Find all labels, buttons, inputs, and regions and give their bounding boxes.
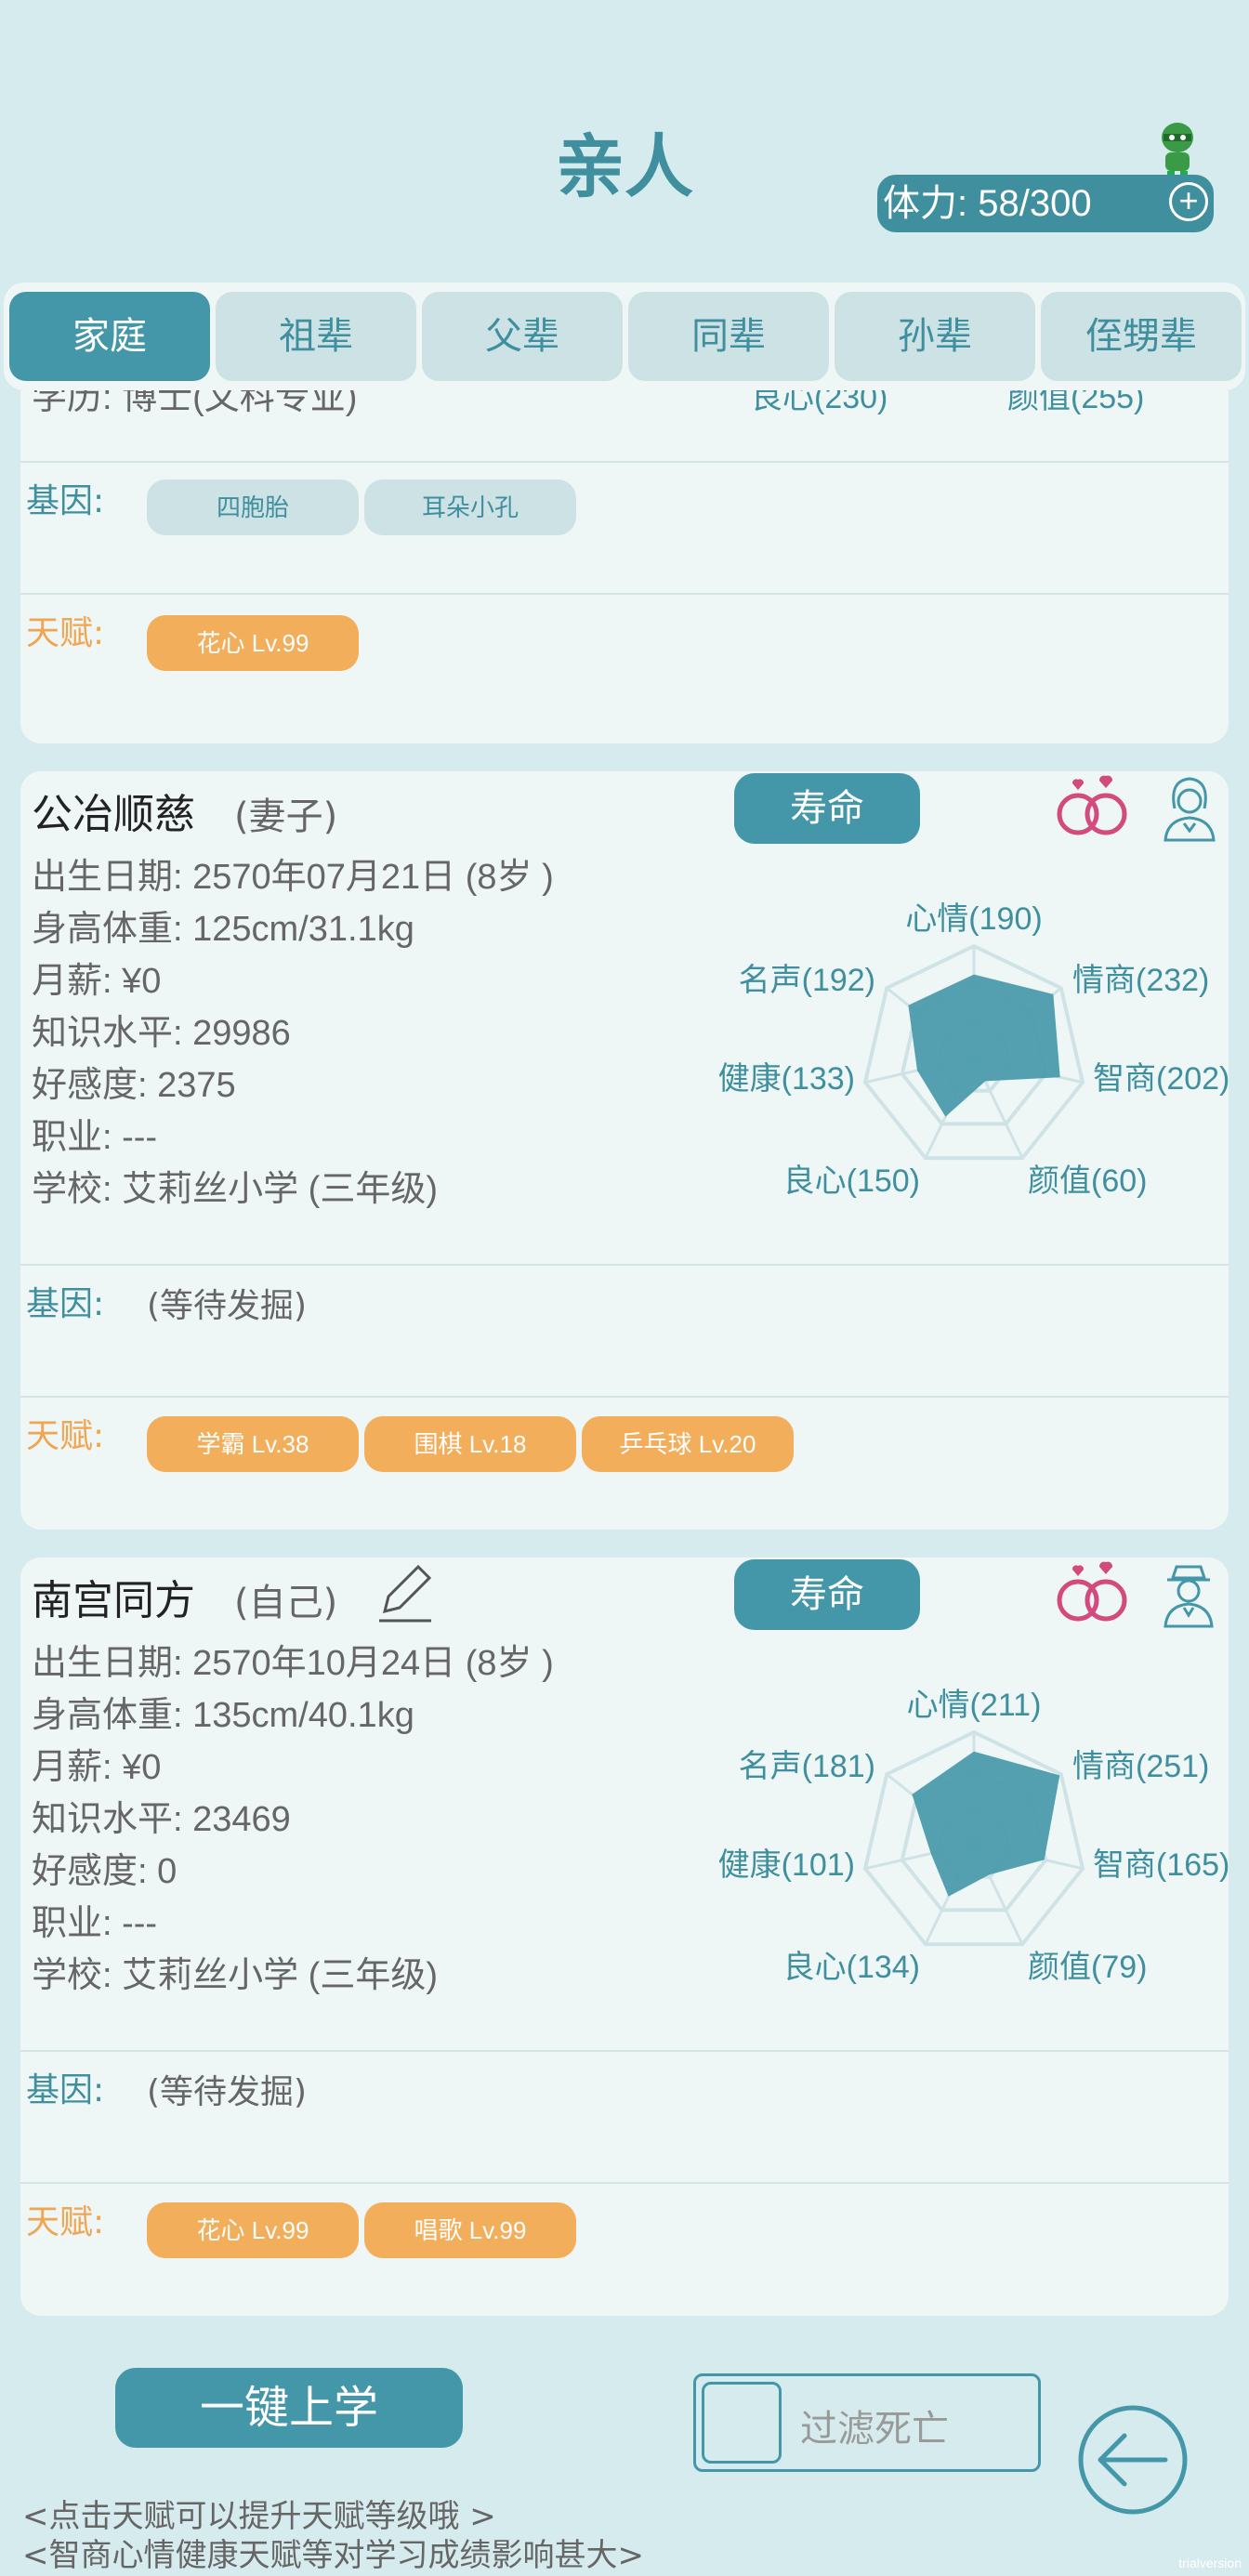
member-info-line: 学校: 艾莉丝小学 (三年级) [32, 1170, 438, 1209]
stat-label: 情商(232) [1072, 963, 1209, 998]
member-info-line: 出生日期: 2570年07月21日 (8岁 ) [32, 858, 554, 897]
stat-label: 心情(190) [905, 901, 1042, 937]
member-info-line: 知识水平: 29986 [32, 1014, 291, 1053]
member-name: 南宫同方 [32, 1577, 195, 1624]
tab-nephews[interactable]: 侄甥辈 [1041, 292, 1242, 381]
member-info-line: 月薪: ¥0 [32, 962, 162, 1001]
gene-label: 基因: [26, 2071, 105, 2109]
gene-chip[interactable]: 四胞胎 [147, 480, 359, 535]
stat-label: 良心(230) [751, 390, 888, 415]
filter-checkbox[interactable] [702, 2382, 782, 2464]
gene-label: 基因: [26, 482, 105, 520]
stat-label: 智商(202) [1093, 1061, 1229, 1097]
stat-label: 心情(211) [907, 1688, 1042, 1723]
member-info-line: 身高体重: 125cm/31.1kg [32, 910, 414, 949]
male-person-icon [1164, 1565, 1214, 1628]
divider [20, 1396, 1229, 1398]
lifespan-button[interactable]: 寿命 [734, 1559, 920, 1630]
member-info-line: 好感度: 0 [32, 1852, 177, 1891]
talent-chip[interactable]: 围棋 Lv.18 [364, 1416, 576, 1472]
divider [20, 1264, 1229, 1266]
back-arrow-icon[interactable] [1076, 2403, 1190, 2517]
stat-label: 颜值(79) [1028, 1950, 1147, 1985]
genes-pending: (等待发掘) [147, 2073, 308, 2111]
tab-siblings[interactable]: 同辈 [628, 292, 829, 381]
stats-radar-chart: 心情(190) 情商(232) 智商(202) 颜值(60) 良心(150) 健… [718, 901, 1229, 1199]
member-info-line: 职业: --- [32, 1118, 158, 1157]
member-info-line: 学校: 艾莉丝小学 (三年级) [32, 1956, 438, 1995]
stamina-bar: 体力: 58/300 + [877, 175, 1214, 232]
talent-chip[interactable]: 唱歌 Lv.99 [364, 2202, 576, 2258]
member-info-line: 身高体重: 135cm/40.1kg [32, 1696, 414, 1735]
stat-label: 健康(133) [718, 1061, 855, 1097]
member-info-line: 知识水平: 23469 [32, 1800, 291, 1839]
divider [20, 2182, 1229, 2184]
stat-label: 智商(165) [1093, 1847, 1229, 1883]
bottom-bar: 一键上学 过滤死亡 <点击天赋可以提升天赋等级哦 > <智商心情健康天赋等对学习… [0, 2333, 1249, 2576]
stat-label: 情商(251) [1072, 1749, 1209, 1784]
talent-chip[interactable]: 学霸 Lv.38 [147, 1416, 359, 1472]
tab-grandchildren[interactable]: 孙辈 [835, 292, 1035, 381]
character-avatar-icon[interactable] [1154, 121, 1201, 178]
talent-label: 天赋: [26, 2203, 105, 2241]
divider [20, 2050, 1229, 2052]
talent-chip[interactable]: 花心 Lv.99 [147, 2202, 359, 2258]
marriage-rings-icon [1057, 775, 1127, 835]
gene-label: 基因: [26, 1285, 105, 1323]
member-info-line: 好感度: 2375 [32, 1066, 236, 1105]
member-list[interactable]: 学历: 博士(文科专业) 良心(230) 颜值(255) 基因: 四胞胎 耳朵小… [0, 390, 1249, 2333]
member-info-line: 出生日期: 2570年10月24日 (8岁 ) [32, 1644, 554, 1683]
member-info-line: 月薪: ¥0 [32, 1748, 162, 1787]
edit-pencil-icon[interactable] [375, 1557, 433, 1623]
member-relation: (妻子) [234, 795, 338, 838]
add-stamina-button[interactable]: + [1169, 182, 1208, 221]
talent-chip[interactable]: 乒乓球 Lv.20 [582, 1416, 794, 1472]
stat-label: 良心(150) [783, 1163, 920, 1199]
tab-parents[interactable]: 父辈 [422, 292, 623, 381]
hint-text: <智商心情健康天赋等对学习成绩影响甚大> [22, 2537, 644, 2574]
talent-label: 天赋: [26, 1417, 105, 1455]
member-card: 南宫同方 (自己) 寿命 出生日期: 2570年10月24日 (8岁 ) 身高体… [20, 1557, 1229, 2316]
member-card-partial: 学历: 博士(文科专业) 良心(230) 颜值(255) 基因: 四胞胎 耳朵小… [20, 390, 1229, 743]
member-relation: (自己) [234, 1582, 338, 1624]
female-person-icon [1164, 777, 1216, 842]
divider [20, 593, 1229, 595]
stat-label: 名声(192) [739, 963, 875, 998]
marriage-rings-icon [1057, 1561, 1127, 1622]
stat-label: 健康(101) [718, 1847, 855, 1883]
genes-pending: (等待发掘) [147, 1287, 308, 1325]
talent-label: 天赋: [26, 614, 105, 652]
gene-chip[interactable]: 耳朵小孔 [364, 480, 576, 535]
tab-grandparents[interactable]: 祖辈 [216, 292, 416, 381]
member-info-line: 职业: --- [32, 1904, 158, 1943]
filter-dead-toggle[interactable]: 过滤死亡 [693, 2373, 1041, 2472]
version-watermark: trialversion [1178, 2556, 1242, 2570]
radar-fill [908, 974, 1060, 1117]
one-click-school-button[interactable]: 一键上学 [115, 2368, 463, 2448]
member-name: 公冶顺慈 [32, 791, 195, 838]
tab-family[interactable]: 家庭 [9, 292, 210, 381]
talent-chip[interactable]: 花心 Lv.99 [147, 615, 359, 671]
member-card: 公冶顺慈 (妻子) 寿命 出生日期: 2570年07月21日 (8岁 ) 身高体… [20, 771, 1229, 1530]
lifespan-button[interactable]: 寿命 [734, 773, 920, 844]
generation-tabs: 家庭 祖辈 父辈 同辈 孙辈 侄甥辈 [4, 283, 1245, 390]
stat-label: 名声(181) [739, 1749, 875, 1784]
divider [20, 461, 1229, 463]
filter-label: 过滤死亡 [800, 2408, 949, 2451]
member-info-line: 学历: 博士(文科专业) [32, 390, 358, 417]
stats-radar-chart: 心情(211) 情商(251) 智商(165) 颜值(79) 良心(134) 健… [718, 1688, 1229, 1985]
stat-label: 颜值(255) [1007, 390, 1145, 415]
stat-label: 良心(134) [783, 1950, 920, 1985]
stamina-text: 体力: 58/300 [883, 183, 1092, 224]
radar-fill [912, 1751, 1060, 1897]
stat-label: 颜值(60) [1028, 1163, 1147, 1199]
